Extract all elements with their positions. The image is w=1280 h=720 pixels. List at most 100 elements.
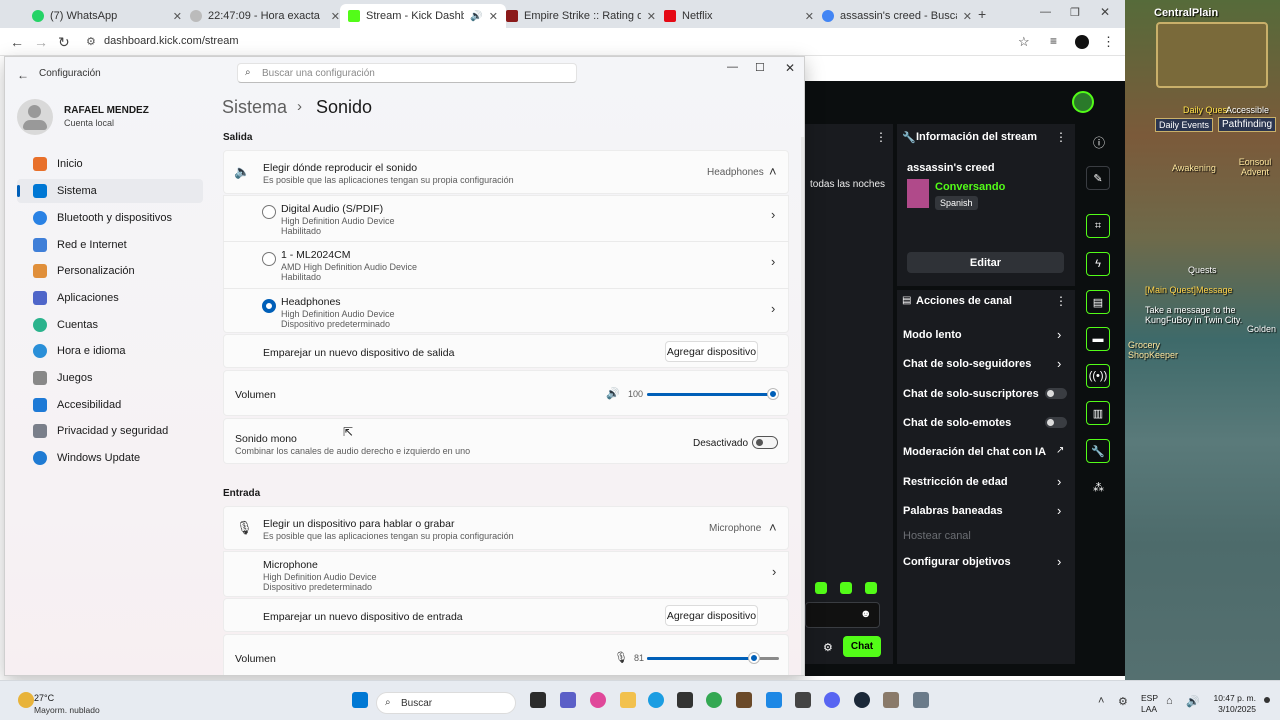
scan-icon[interactable]: ⌗	[1086, 214, 1110, 238]
speaker-volume-icon[interactable]: 🔊	[606, 387, 620, 400]
nav-item-accessibility[interactable]: Accesibilidad	[17, 393, 203, 417]
settings-app-icon[interactable]	[913, 692, 929, 708]
output-device-row[interactable]: Digital Audio (S/PDIF) High Definition A…	[223, 195, 789, 241]
nav-item-windows-update[interactable]: Windows Update	[17, 446, 203, 470]
chevron-right-icon[interactable]: ›	[1057, 503, 1061, 518]
chat-send-button[interactable]: Chat	[843, 636, 881, 657]
tray-icon[interactable]: ⚙	[1118, 695, 1128, 708]
close-tab-icon[interactable]: ✕	[805, 10, 814, 23]
action-age-restriction[interactable]: Restricción de edad	[903, 476, 1008, 488]
browser-tab[interactable]: Empire Strike :: Rating de clan ✕	[498, 4, 664, 28]
edge-icon[interactable]	[648, 692, 664, 708]
clock-date[interactable]: 3/10/2025	[1210, 704, 1256, 714]
file-explorer-icon[interactable]	[620, 692, 636, 708]
notification-icon[interactable]	[1264, 697, 1270, 703]
minimize-icon[interactable]: —	[727, 61, 738, 73]
nav-item-privacy[interactable]: Privacidad y seguridad	[17, 419, 203, 443]
close-icon[interactable]: ✕	[785, 61, 795, 75]
add-output-device-button[interactable]: Agregar dispositivo	[665, 341, 758, 362]
action-emotes-only[interactable]: Chat de solo-emotes	[903, 417, 1011, 429]
site-info-icon[interactable]: ⚙	[86, 35, 96, 48]
nav-item-apps[interactable]: Aplicaciones	[17, 286, 203, 310]
output-volume-thumb[interactable]	[768, 389, 778, 399]
lightning-icon[interactable]: ϟ	[1086, 252, 1110, 276]
menu-icon[interactable]: ⋮	[1102, 34, 1115, 50]
chat-menu-icon[interactable]: ⋮	[875, 130, 887, 144]
microphone-volume-icon[interactable]: 🎙	[614, 651, 628, 664]
close-tab-icon[interactable]: ✕	[489, 10, 498, 23]
game-npc-grocery[interactable]: Grocery ShopKeeper	[1128, 340, 1178, 360]
action-followers-only[interactable]: Chat de solo-seguidores	[903, 358, 1031, 370]
browser-tab[interactable]: assassin's creed - Buscar con G ✕	[814, 4, 980, 28]
minimize-icon[interactable]: —	[1040, 6, 1051, 18]
new-tab-icon[interactable]: +	[978, 6, 986, 22]
restore-icon[interactable]: ❐	[1070, 6, 1080, 19]
nav-item-accounts[interactable]: Cuentas	[17, 313, 203, 337]
chevron-right-icon[interactable]: ›	[771, 301, 775, 316]
input-device-selector[interactable]: 🎙 Elegir un dispositivo para hablar o gr…	[223, 506, 789, 550]
task-view-icon[interactable]	[530, 692, 546, 708]
output-volume-slider[interactable]	[647, 393, 773, 396]
mono-audio-toggle[interactable]	[752, 436, 778, 449]
close-window-icon[interactable]: ✕	[1100, 5, 1110, 19]
action-subscribers-only[interactable]: Chat de solo-suscriptores	[903, 388, 1039, 400]
info-icon[interactable]: ⓘ	[1093, 134, 1105, 151]
action-configure-goals[interactable]: Configurar objetivos	[903, 556, 1011, 568]
nav-item-time-language[interactable]: Hora e idioma	[17, 339, 203, 363]
kick-avatar[interactable]	[1072, 91, 1094, 113]
nav-item-home[interactable]: Inicio	[17, 152, 203, 176]
volume-icon[interactable]: 🔊	[1186, 695, 1200, 708]
emoji-icon[interactable]: ☻	[860, 608, 872, 620]
info-menu-icon[interactable]: ⋮	[1055, 130, 1067, 144]
input-volume-slider[interactable]	[647, 657, 779, 660]
chevron-right-icon[interactable]: ›	[771, 254, 775, 269]
game-daily-quest[interactable]: Daily Quest	[1183, 105, 1230, 115]
bookmark-star-icon[interactable]: ☆	[1018, 34, 1030, 50]
tab-search-icon[interactable]: ≡	[1050, 34, 1057, 48]
close-tab-icon[interactable]: ✕	[963, 10, 972, 23]
blocks-icon[interactable]: ⁂	[1093, 481, 1104, 494]
chevron-up-icon[interactable]: ˄	[769, 164, 777, 179]
forward-icon[interactable]: →	[34, 34, 48, 50]
weather-icon[interactable]	[18, 692, 34, 708]
subscribers-only-toggle[interactable]	[1045, 388, 1067, 399]
clock-time[interactable]: 10:47 p. m.	[1210, 693, 1256, 703]
browser-tab[interactable]: Netflix ✕	[656, 4, 822, 28]
keyboard-layout-indicator[interactable]: LAA	[1141, 704, 1157, 714]
chevron-up-icon[interactable]: ˄	[1098, 695, 1104, 707]
breadcrumb-parent[interactable]: Sistema	[222, 97, 287, 118]
chevron-right-icon[interactable]: ›	[1057, 554, 1061, 569]
reload-icon[interactable]: ↻	[58, 34, 70, 51]
close-tab-icon[interactable]: ✕	[331, 10, 340, 23]
chevron-right-icon[interactable]: ›	[1057, 474, 1061, 489]
browser-tab-active[interactable]: Stream - Kick Dashboard 🔊 ✕	[340, 4, 506, 28]
chevron-up-icon[interactable]: ˄	[769, 520, 777, 535]
stream-category[interactable]: Conversando	[935, 181, 1005, 193]
nav-item-network[interactable]: Red e Internet	[17, 233, 203, 257]
chevron-right-icon[interactable]: ›	[772, 564, 776, 579]
chat-settings-icon[interactable]: ⚙	[823, 641, 833, 654]
nav-item-personalization[interactable]: Personalización	[17, 259, 203, 283]
action-banned-words[interactable]: Palabras baneadas	[903, 505, 1003, 517]
game-main-quest[interactable]: [Main Quest]Message	[1145, 285, 1233, 295]
output-device-selector[interactable]: 🔈 Elegir dónde reproducir el sonido Es p…	[223, 150, 789, 194]
broadcast-icon[interactable]: ((•))	[1086, 364, 1110, 388]
wrench-icon[interactable]: 🔧	[1086, 439, 1110, 463]
scrollbar[interactable]	[801, 137, 804, 675]
url-field[interactable]: dashboard.kick.com/stream	[104, 35, 239, 47]
weather-temperature[interactable]: 27°C	[34, 693, 54, 703]
audio-icon[interactable]: 🔊	[470, 11, 482, 22]
network-icon[interactable]: ⌂	[1166, 695, 1173, 707]
emotes-only-toggle[interactable]	[1045, 417, 1067, 428]
discord-icon[interactable]	[824, 692, 840, 708]
game-app-icon[interactable]	[736, 692, 752, 708]
back-arrow-icon[interactable]: ←	[17, 68, 29, 82]
start-icon[interactable]	[352, 692, 368, 708]
browser-tab[interactable]: (7) WhatsApp ✕	[24, 4, 190, 28]
action-ai-moderation[interactable]: Moderación del chat con IA	[903, 446, 1046, 458]
output-device-row[interactable]: 1 - ML2024CM AMD High Definition Audio D…	[223, 242, 789, 288]
chrome-icon[interactable]	[706, 692, 722, 708]
emote-icon[interactable]	[840, 582, 852, 594]
document-icon[interactable]: ▤	[1086, 290, 1110, 314]
profile-avatar[interactable]	[1075, 35, 1089, 49]
